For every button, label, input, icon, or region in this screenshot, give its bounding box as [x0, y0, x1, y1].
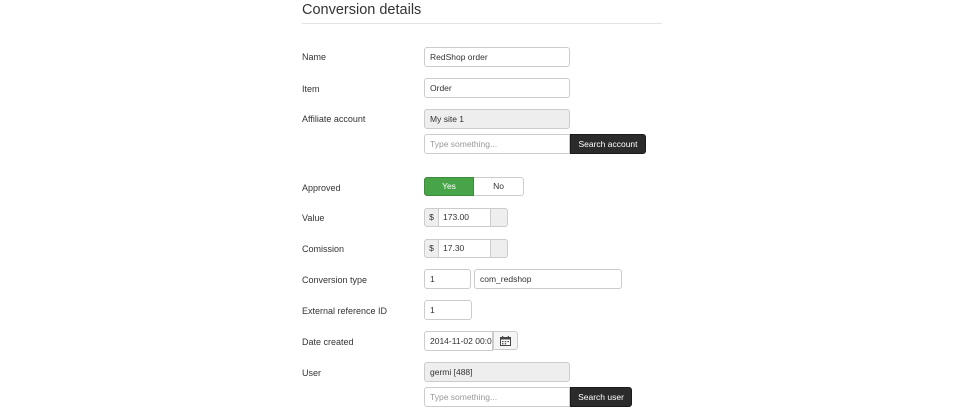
item-input[interactable]: Order [424, 78, 570, 98]
user-search-input[interactable] [424, 387, 570, 407]
currency-addon: $ [424, 208, 439, 227]
search-user-button[interactable]: Search user [570, 387, 632, 407]
currency-addon: $ [424, 239, 439, 258]
approved-toggle: Yes No [424, 177, 524, 196]
approved-label: Approved [302, 183, 341, 193]
external-reference-input[interactable]: 1 [424, 300, 472, 320]
external-reference-label: External reference ID [302, 306, 388, 316]
affiliate-search-input[interactable] [424, 134, 570, 154]
affiliate-account-value: My site 1 [424, 109, 570, 129]
value-addon-end [491, 208, 508, 227]
approved-yes-button[interactable]: Yes [424, 177, 474, 196]
search-account-button[interactable]: Search account [570, 134, 646, 154]
commission-label: Comission [302, 244, 345, 254]
approved-no-button[interactable]: No [474, 177, 524, 196]
section-title: Conversion details [302, 0, 662, 24]
commission-addon-end [491, 239, 508, 258]
affiliate-account-label: Affiliate account [302, 114, 366, 124]
calendar-icon [500, 335, 511, 346]
commission-input-group: $ 17.30 [424, 239, 508, 258]
name-label: Name [302, 52, 327, 62]
name-input[interactable]: RedShop order [424, 47, 570, 67]
calendar-button[interactable] [493, 331, 518, 350]
item-label: Item [302, 84, 320, 94]
conversion-type-name-input[interactable]: com_redshop [474, 269, 622, 289]
user-label: User [302, 368, 322, 378]
value-label: Value [302, 213, 325, 223]
date-created-input[interactable]: 2014-11-02 00:0 [424, 331, 493, 351]
conversion-type-id-input[interactable]: 1 [424, 269, 471, 289]
date-created-label: Date created [302, 337, 354, 347]
conversion-type-label: Conversion type [302, 275, 368, 285]
value-input[interactable]: 173.00 [439, 208, 491, 227]
value-input-group: $ 173.00 [424, 208, 508, 227]
commission-input[interactable]: 17.30 [439, 239, 491, 258]
user-value: germi [488] [424, 362, 570, 382]
